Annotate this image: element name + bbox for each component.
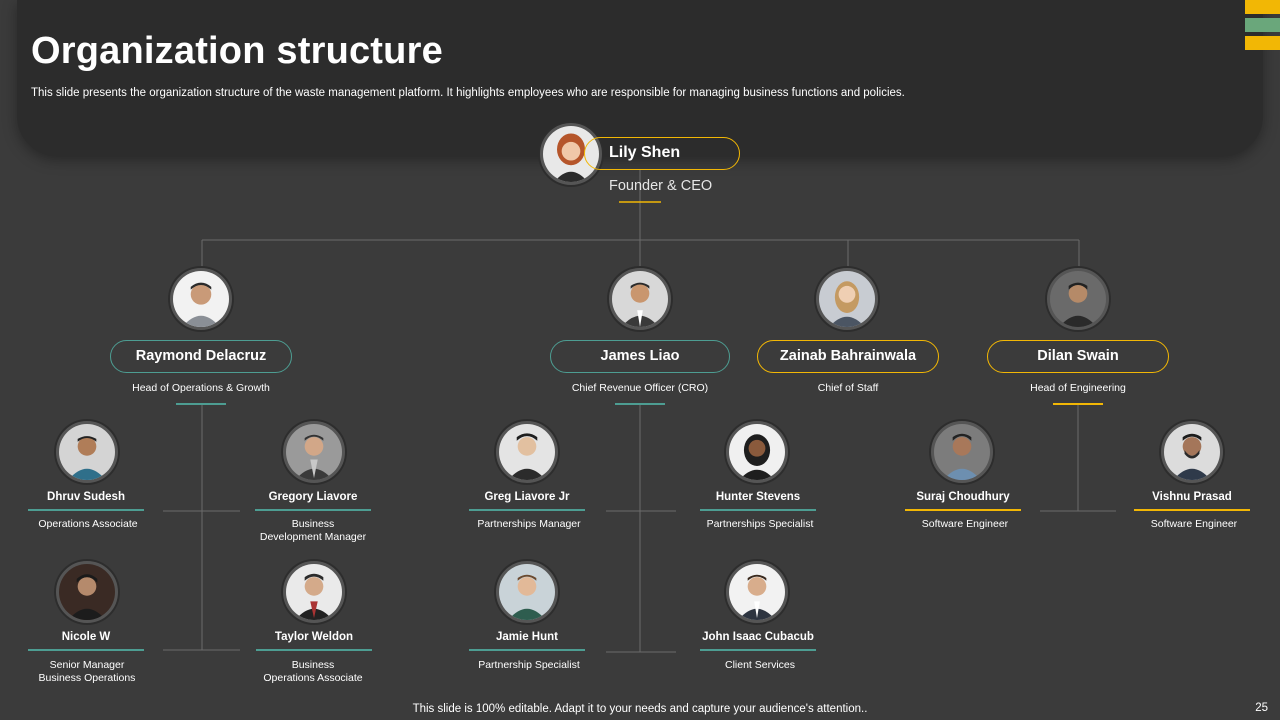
staff-name-hunter: Hunter Stevens xyxy=(715,491,801,503)
staff-role-dhruv: Operations Associate xyxy=(38,518,138,530)
ceo-title: Founder & CEO xyxy=(609,178,713,194)
ceo-name-pill: Lily Shen xyxy=(584,137,740,170)
staff-name-gregory: Gregory Liavore xyxy=(268,491,358,503)
staff-role-john: Client Services xyxy=(724,659,796,671)
staff-avatar-hunter xyxy=(726,421,788,483)
staff-name-dhruv: Dhruv Sudesh xyxy=(47,491,125,503)
staff-underline xyxy=(700,649,816,651)
leader-role-james: Chief Revenue Officer (CRO) xyxy=(571,382,709,394)
staff-name-greg-jr: Greg Liavore Jr xyxy=(484,491,570,503)
staff-role-suraj: Software Engineer xyxy=(921,518,1009,530)
page-number: 25 xyxy=(1255,702,1268,714)
staff-role-gregory: Business Development Manager xyxy=(259,518,367,543)
leader-pill-james: James Liao xyxy=(550,340,730,373)
staff-role-nicole: Senior Manager Business Operations xyxy=(38,659,136,684)
leader-pill-zainab: Zainab Bahrainwala xyxy=(757,340,939,373)
leader-avatar-dilan xyxy=(1047,268,1109,330)
staff-underline xyxy=(469,509,585,511)
staff-underline xyxy=(255,509,371,511)
staff-underline xyxy=(256,649,372,651)
leader-avatar-raymond xyxy=(170,268,232,330)
staff-avatar-greg-jr xyxy=(496,421,558,483)
staff-underline xyxy=(28,649,144,651)
leader-role-dilan: Head of Engineering xyxy=(1030,382,1126,394)
staff-name-taylor: Taylor Weldon xyxy=(274,631,354,643)
staff-name-john: John Isaac Cubacub xyxy=(702,631,814,643)
staff-avatar-nicole xyxy=(56,561,118,623)
staff-name-vishnu: Vishnu Prasad xyxy=(1152,491,1232,503)
leader-role-zainab: Chief of Staff xyxy=(817,382,879,394)
staff-avatar-jamie xyxy=(496,561,558,623)
staff-role-vishnu: Software Engineer xyxy=(1150,518,1238,530)
staff-name-suraj: Suraj Choudhury xyxy=(916,491,1010,503)
staff-role-jamie: Partnership Specialist xyxy=(478,659,580,671)
staff-name-nicole: Nicole W xyxy=(61,631,111,643)
leader-avatar-zainab xyxy=(816,268,878,330)
staff-underline xyxy=(700,509,816,511)
staff-underline xyxy=(28,509,144,511)
staff-avatar-suraj xyxy=(931,421,993,483)
leader-pill-dilan: Dilan Swain xyxy=(987,340,1169,373)
leader-underline xyxy=(1053,403,1103,405)
staff-avatar-dhruv xyxy=(56,421,118,483)
staff-name-jamie: Jamie Hunt xyxy=(496,631,558,643)
leader-avatar-james xyxy=(609,268,671,330)
staff-avatar-gregory xyxy=(283,421,345,483)
staff-underline xyxy=(469,649,585,651)
staff-avatar-taylor xyxy=(283,561,345,623)
staff-role-hunter: Partnerships Specialist xyxy=(706,518,814,530)
staff-underline xyxy=(1134,509,1250,511)
leader-underline xyxy=(176,403,226,405)
staff-avatar-john xyxy=(726,561,788,623)
leader-underline xyxy=(615,403,665,405)
footer-note: This slide is 100% editable. Adapt it to… xyxy=(412,703,868,715)
staff-role-taylor: Business Operations Associate xyxy=(263,659,363,684)
staff-avatar-vishnu xyxy=(1161,421,1223,483)
staff-underline xyxy=(905,509,1021,511)
staff-role-greg-jr: Partnerships Manager xyxy=(477,518,581,530)
leader-pill-raymond: Raymond Delacruz xyxy=(110,340,292,373)
leader-role-raymond: Head of Operations & Growth xyxy=(132,382,270,394)
